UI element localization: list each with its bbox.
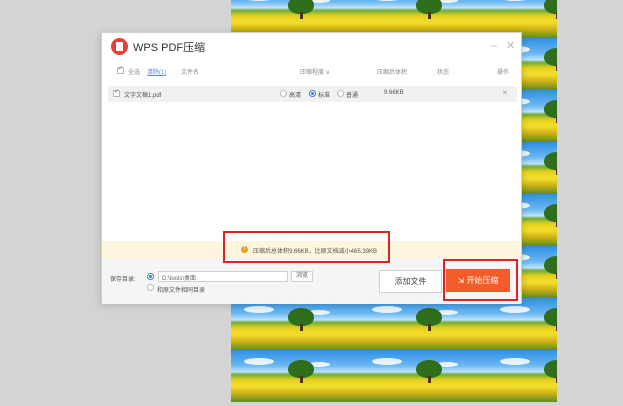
cloud-shape bbox=[244, 358, 274, 365]
column-compressed-size: 压缩后体积 bbox=[377, 70, 408, 76]
minimize-button[interactable]: – bbox=[491, 40, 497, 52]
same-dir-label: 和原文件相同目录 bbox=[157, 288, 206, 294]
file-name: 文字文稿1.pdf bbox=[124, 93, 162, 99]
cloud-shape bbox=[372, 306, 402, 313]
app-title: WPS PDF压缩 bbox=[133, 42, 206, 54]
file-compressed-size: 9.66KB bbox=[384, 90, 404, 96]
column-actions: 操作 bbox=[497, 70, 510, 76]
compress-level-dropdown[interactable]: 压缩程度 ∨ bbox=[300, 67, 330, 76]
save-dir-radio-custom[interactable] bbox=[147, 273, 154, 280]
select-all-label[interactable]: 全选 bbox=[128, 67, 140, 76]
save-path-input[interactable]: D:\tools\桌面 bbox=[158, 271, 288, 282]
remove-file-button[interactable]: ✕ bbox=[502, 89, 508, 97]
cloud-shape bbox=[372, 358, 402, 365]
tree-trunk-shape bbox=[556, 220, 557, 227]
landscape-tile bbox=[486, 298, 557, 350]
level-radio-standard[interactable] bbox=[309, 90, 316, 97]
landscape-tile bbox=[486, 350, 557, 402]
save-dir-radio-same[interactable] bbox=[147, 284, 154, 291]
cloud-shape bbox=[244, 306, 274, 313]
cloud-shape bbox=[244, 0, 274, 1]
clear-list-link[interactable]: 清除(1) bbox=[147, 67, 166, 76]
level-radio-normal[interactable] bbox=[337, 90, 344, 97]
tree-trunk-shape bbox=[300, 376, 303, 383]
column-filename: 文件名 bbox=[181, 70, 200, 76]
select-all-checkbox[interactable] bbox=[117, 65, 124, 74]
tree-trunk-shape bbox=[428, 376, 431, 383]
tree-trunk-shape bbox=[556, 376, 557, 383]
title-bar[interactable]: WPS PDF压缩 – ✕ bbox=[102, 33, 521, 61]
tree-trunk-shape bbox=[556, 12, 557, 19]
landscape-tile bbox=[358, 350, 486, 402]
tree-trunk-shape bbox=[556, 168, 557, 175]
landscape-tile bbox=[358, 298, 486, 350]
table-header: 全选 清除(1) 文件名 压缩程度 ∨ 压缩后体积 状态 操作 bbox=[102, 63, 521, 79]
column-status: 状态 bbox=[437, 70, 450, 76]
cloud-shape bbox=[372, 0, 402, 1]
wps-pdf-logo-icon bbox=[111, 38, 128, 55]
landscape-tile bbox=[231, 350, 358, 402]
cloud-shape bbox=[500, 306, 530, 313]
tree-trunk-shape bbox=[556, 272, 557, 279]
level-radio-hd[interactable] bbox=[280, 90, 287, 97]
tree-trunk-shape bbox=[556, 64, 557, 71]
cloud-shape bbox=[500, 358, 530, 365]
table-row[interactable]: 文字文稿1.pdf 高清 标准 普通 9.66KB ✕ bbox=[108, 86, 517, 102]
start-button-highlight-box bbox=[443, 259, 518, 301]
tree-trunk-shape bbox=[428, 324, 431, 331]
level-label-hd: 高清 bbox=[289, 93, 302, 99]
notice-highlight-box bbox=[223, 231, 390, 263]
save-dir-label: 保存目录: bbox=[110, 277, 136, 283]
tree-trunk-shape bbox=[556, 324, 557, 331]
browse-button[interactable]: 浏览 bbox=[291, 271, 313, 282]
tree-trunk-shape bbox=[556, 116, 557, 123]
level-label-normal: 普通 bbox=[346, 93, 359, 99]
level-label-standard: 标准 bbox=[318, 93, 331, 99]
landscape-tile bbox=[231, 298, 358, 350]
file-checkbox[interactable] bbox=[113, 88, 120, 97]
cloud-shape bbox=[500, 0, 530, 1]
close-button[interactable]: ✕ bbox=[506, 40, 515, 52]
tree-trunk-shape bbox=[300, 12, 303, 19]
tree-trunk-shape bbox=[428, 12, 431, 19]
tree-trunk-shape bbox=[300, 324, 303, 331]
add-file-button[interactable]: 添加文件 bbox=[379, 270, 442, 293]
